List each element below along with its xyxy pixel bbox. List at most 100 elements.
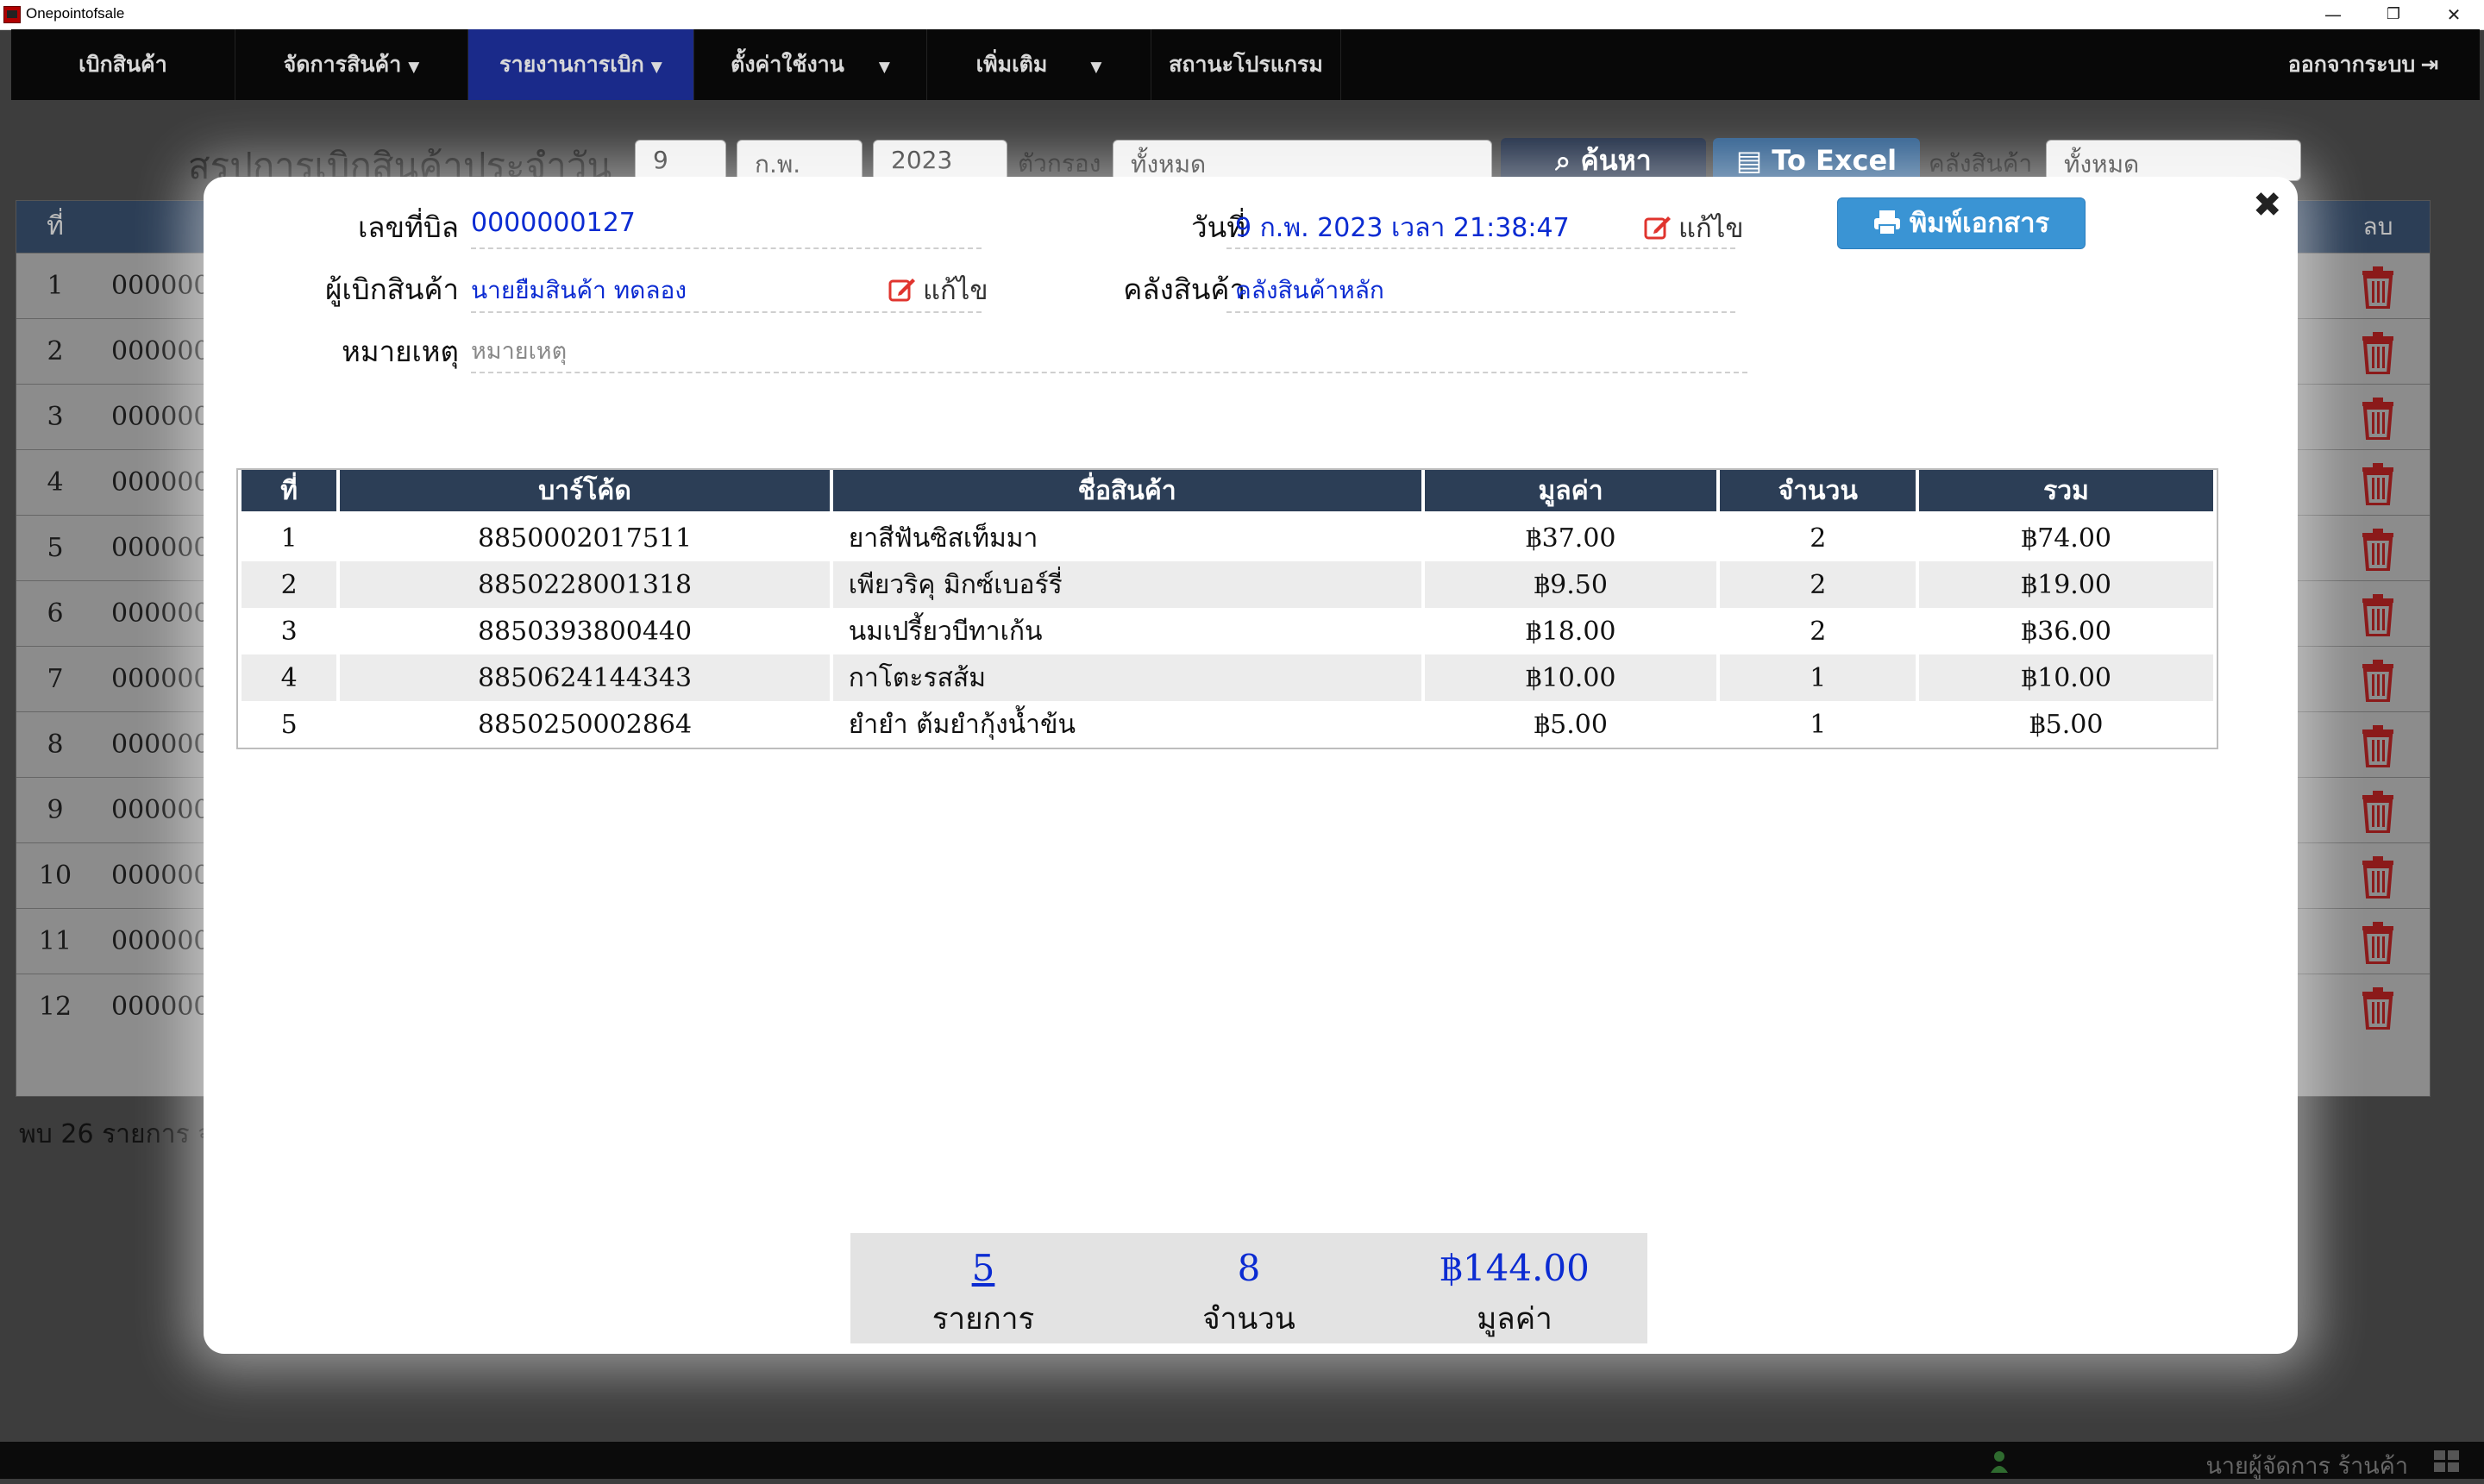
minimize-button[interactable]: — [2303, 0, 2363, 29]
item-total: ฿5.00 [1919, 701, 2213, 748]
item-no: 3 [242, 608, 337, 654]
item-barcode: 8850393800440 [340, 608, 830, 654]
trash-icon[interactable] [2361, 790, 2395, 833]
year-select[interactable]: 2023 [873, 140, 1007, 181]
item-barcode: 8850624144343 [340, 654, 830, 701]
item-total: ฿74.00 [1919, 515, 2213, 561]
col-product-name: ชื่อสินค้า [832, 470, 1421, 511]
menu-program-status[interactable]: สถานะโปรแกรม [1151, 29, 1341, 100]
item-price: ฿5.00 [1424, 701, 1717, 748]
grid-icon[interactable] [2434, 1450, 2460, 1473]
window-title: Onepointofsale [26, 5, 125, 22]
summary-quantity-value: 8 [1237, 1247, 1261, 1289]
item-no: 1 [242, 515, 337, 561]
print-document-button[interactable]: พิมพ์เอกสาร [1837, 197, 2086, 249]
edit-date-button[interactable]: แก้ไข [1644, 206, 1744, 249]
close-modal-button[interactable]: ✖ [2253, 185, 2282, 225]
table-row[interactable]: 3 8850393800440 นมเปรี้ยวบีทาเก้น ฿18.00 2 ฿3… [242, 608, 2213, 654]
row-number: 12 [38, 992, 72, 1022]
menu-label: สถานะโปรแกรม [1169, 52, 1323, 77]
item-name: เพียวริคุ มิกซ์เบอร์รี่ [832, 561, 1421, 608]
menu-label: รายงานการเบิก [499, 52, 644, 77]
row-number: 6 [47, 598, 64, 629]
window-titlebar: Onepointofsale — ❐ ✕ [0, 0, 2484, 30]
table-row[interactable]: 1 8850002017511 ยาสีฟันซิสเท็มมา ฿37.00 2 ฿74… [242, 515, 2213, 561]
trash-icon[interactable] [2361, 528, 2395, 571]
table-row[interactable]: 4 8850624144343 กาโตะรสส้ม ฿10.00 1 ฿10.00 [242, 654, 2213, 701]
item-barcode: 8850250002864 [340, 701, 830, 748]
item-price: ฿18.00 [1424, 608, 1717, 654]
trash-icon[interactable] [2361, 986, 2395, 1030]
caret-down-icon: ▼ [650, 59, 662, 76]
menu-more[interactable]: เพิ่มเติม ▼ [927, 29, 1151, 100]
trash-icon[interactable] [2361, 593, 2395, 636]
month-select[interactable]: ก.พ. [737, 140, 862, 181]
trash-icon[interactable] [2361, 855, 2395, 899]
row-number: 10 [38, 861, 72, 891]
filter-select[interactable]: ทั้งหมด [1113, 140, 1492, 181]
print-icon [1873, 210, 1900, 235]
col-barcode: บาร์โค้ด [340, 470, 830, 511]
trash-icon[interactable] [2361, 659, 2395, 702]
trash-icon[interactable] [2361, 462, 2395, 505]
col-delete-header: ลบ [2362, 212, 2393, 241]
status-bar: นายผู้จัดการ ร้านค้า [0, 1442, 2484, 1480]
user-icon [1991, 1451, 2008, 1473]
app-icon [3, 6, 21, 23]
note-input[interactable]: หมายเหตุ [471, 332, 1747, 373]
close-window-button[interactable]: ✕ [2424, 0, 2484, 29]
table-row[interactable]: 5 8850250002864 ยำยำ ต้มยำกุ้งน้ำข้น ฿5.00 1… [242, 701, 2213, 748]
item-qty: 2 [1720, 608, 1916, 654]
table-row[interactable]: 2 8850228001318 เพียวริคุ มิกซ์เบอร์รี่ ฿9.… [242, 561, 2213, 608]
trash-icon[interactable] [2361, 266, 2395, 309]
file-excel-icon: ▤ [1735, 144, 1772, 177]
trash-icon[interactable] [2361, 331, 2395, 374]
col-total: รวม [1919, 470, 2213, 511]
item-qty: 2 [1720, 561, 1916, 608]
summary-panel: 5 รายการ 8 จำนวน ฿144.00 มูลค่า [850, 1233, 1647, 1343]
search-icon: ⌕ [1555, 144, 1581, 177]
trash-icon[interactable] [2361, 397, 2395, 440]
logout-icon: ⇥ [2420, 52, 2439, 77]
summary-quantity-label: จำนวน [1202, 1302, 1295, 1337]
item-total: ฿10.00 [1919, 654, 2213, 701]
warehouse-label: คลังสินค้า [1123, 272, 1245, 306]
trash-icon[interactable] [2361, 724, 2395, 767]
menu-label: เบิกสินค้า [78, 52, 167, 77]
requester-label: ผู้เบิกสินค้า [325, 272, 459, 306]
bill-no-label: เลขที่บิล [358, 210, 459, 244]
edit-requester-button[interactable]: แก้ไข [888, 268, 988, 311]
summary-amount-label: มูลค่า [1477, 1302, 1552, 1337]
item-no: 5 [242, 701, 337, 748]
menu-logout[interactable]: ออกจากระบบ ⇥ [2255, 29, 2471, 100]
menu-withdraw-report[interactable]: รายงานการเบิก ▼ [468, 29, 694, 100]
row-number: 1 [47, 271, 64, 301]
caret-down-icon: ▼ [1090, 59, 1102, 76]
row-number: 3 [47, 402, 64, 432]
item-price: ฿37.00 [1424, 515, 1717, 561]
item-name: นมเปรี้ยวบีทาเก้น [832, 608, 1421, 654]
summary-items[interactable]: 5 รายการ [850, 1233, 1116, 1343]
edit-label: แก้ไข [1678, 213, 1744, 244]
menu-manage-products[interactable]: จัดการสินค้า ▼ [235, 29, 468, 100]
summary-amount-value: ฿144.00 [1440, 1247, 1590, 1289]
summary-items-value[interactable]: 5 [850, 1247, 1116, 1289]
warehouse-value: คลังสินค้าหลัก [1226, 272, 1735, 313]
item-total: ฿36.00 [1919, 608, 2213, 654]
restore-button[interactable]: ❐ [2363, 0, 2424, 29]
item-name: ยำยำ ต้มยำกุ้งน้ำข้น [832, 701, 1421, 748]
row-number: 11 [38, 926, 72, 956]
edit-icon [1644, 216, 1671, 240]
col-no-header: ที่ [47, 211, 64, 241]
warehouse-select[interactable]: ทั้งหมด [2046, 140, 2301, 181]
menu-withdraw[interactable]: เบิกสินค้า [11, 29, 235, 100]
record-count: พบ 26 รายการ จ [19, 1119, 213, 1149]
menu-settings[interactable]: ตั้งค่าใช้งาน ▼ [694, 29, 927, 100]
item-qty: 1 [1720, 701, 1916, 748]
item-barcode: 8850002017511 [340, 515, 830, 561]
trash-icon[interactable] [2361, 921, 2395, 964]
day-select[interactable]: 9 [635, 140, 726, 181]
edit-label: แก้ไข [923, 275, 988, 306]
item-barcode: 8850228001318 [340, 561, 830, 608]
col-price: มูลค่า [1424, 470, 1717, 511]
